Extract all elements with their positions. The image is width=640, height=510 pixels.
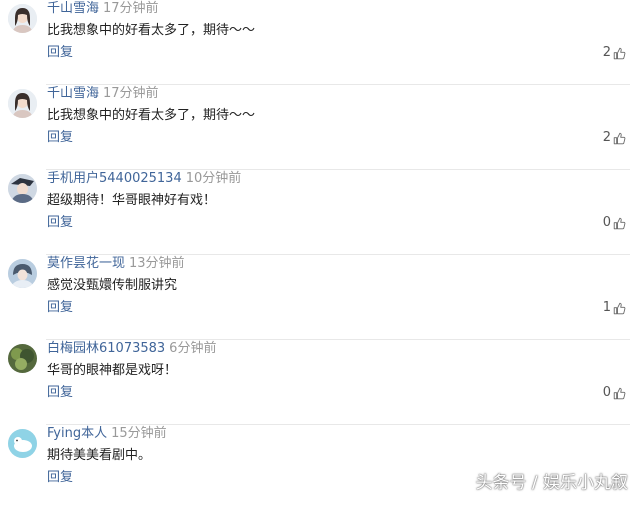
username[interactable]: Fying本人 — [47, 426, 107, 441]
avatar[interactable] — [8, 259, 37, 288]
like-count: 1 — [602, 300, 611, 315]
timestamp: 10分钟前 — [185, 171, 242, 186]
thumbs-up-icon — [613, 132, 626, 144]
comment-text: 超级期待！华哥眼神好有戏！ — [47, 193, 217, 208]
like-button[interactable]: 1 — [603, 299, 626, 317]
woman-avatar-icon — [8, 89, 37, 118]
comment-item: 手机用户5440025134 10分钟前 超级期待！华哥眼神好有戏！ 回复 0 — [0, 170, 640, 255]
comment-text: 期待美美看剧中。 — [47, 448, 152, 463]
comment-text: 感觉没甄嬛传制服讲究 — [47, 278, 178, 293]
avatar[interactable] — [8, 89, 37, 118]
character-avatar-icon — [8, 174, 37, 203]
reply-button[interactable]: 回复 — [47, 129, 73, 147]
username[interactable]: 千山雪海 — [47, 86, 99, 101]
reply-button[interactable]: 回复 — [47, 299, 73, 317]
timestamp: 6分钟前 — [169, 341, 217, 356]
like-button[interactable]: 2 — [603, 44, 626, 62]
timestamp: 13分钟前 — [129, 256, 185, 271]
username[interactable]: 千山雪海 — [47, 1, 99, 16]
username[interactable]: 白梅园林61073583 — [47, 341, 165, 356]
comment-item: 莫作昙花一现 13分钟前 感觉没甄嬛传制服讲究 回复 1 — [0, 255, 640, 340]
timestamp: 17分钟前 — [103, 1, 159, 16]
thumbs-up-icon — [613, 217, 626, 229]
character-avatar-icon — [8, 259, 37, 288]
like-count: 2 — [602, 45, 611, 60]
bird-avatar-icon — [8, 429, 37, 458]
comment-text: 比我想象中的好看太多了，期待～～ — [47, 108, 256, 123]
avatar[interactable] — [8, 429, 37, 458]
like-button[interactable]: 2 — [603, 129, 626, 147]
comment-item: 千山雪海 17分钟前 比我想象中的好看太多了，期待～～ 回复 2 — [0, 85, 640, 170]
comment-item: 白梅园林61073583 6分钟前 华哥的眼神都是戏呀！ 回复 0 — [0, 340, 640, 425]
timestamp: 15分钟前 — [111, 426, 167, 441]
thumbs-up-icon — [613, 387, 626, 399]
thumbs-up-icon — [613, 302, 626, 314]
watermark: 头条号 / 娱乐小丸叙 — [475, 473, 628, 493]
username[interactable]: 莫作昙花一现 — [47, 256, 125, 271]
comment-text: 华哥的眼神都是戏呀！ — [47, 363, 178, 378]
timestamp: 17分钟前 — [103, 86, 159, 101]
woman-avatar-icon — [8, 4, 37, 33]
reply-button[interactable]: 回复 — [47, 469, 73, 487]
comment-item: 千山雪海 17分钟前 比我想象中的好看太多了，期待～～ 回复 2 — [0, 0, 640, 85]
like-count: 0 — [602, 215, 611, 230]
reply-button[interactable]: 回复 — [47, 214, 73, 232]
thumbs-up-icon — [613, 47, 626, 59]
like-count: 2 — [602, 130, 611, 145]
comment-text: 比我想象中的好看太多了，期待～～ — [47, 23, 256, 38]
like-button[interactable]: 0 — [603, 214, 626, 232]
avatar[interactable] — [8, 4, 37, 33]
username[interactable]: 手机用户5440025134 — [47, 171, 182, 186]
plant-avatar-icon — [8, 344, 37, 373]
reply-button[interactable]: 回复 — [47, 44, 73, 62]
like-button[interactable]: 0 — [603, 384, 626, 402]
reply-button[interactable]: 回复 — [47, 384, 73, 402]
like-count: 0 — [602, 385, 611, 400]
avatar[interactable] — [8, 344, 37, 373]
avatar[interactable] — [8, 174, 37, 203]
